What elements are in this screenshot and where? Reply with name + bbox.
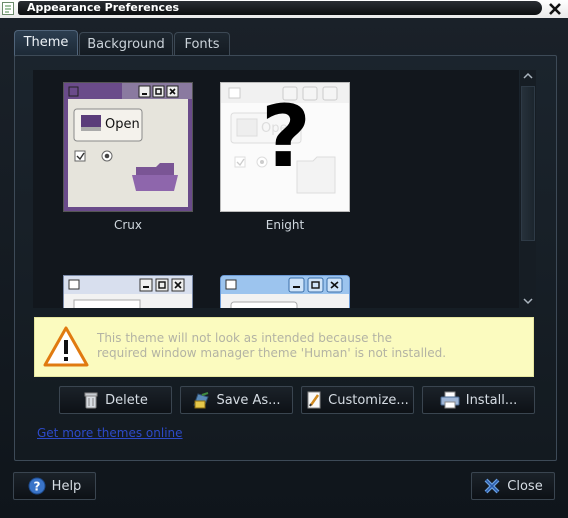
help-button[interactable]: ? Help bbox=[13, 472, 96, 500]
trash-icon bbox=[83, 391, 99, 409]
theme-warning-box: This theme will not look as intended bec… bbox=[34, 317, 534, 377]
save-as-label: Save As... bbox=[216, 392, 281, 408]
partial-2-preview-graphic bbox=[221, 276, 349, 308]
appearance-app-icon[interactable] bbox=[2, 2, 14, 15]
theme-thumbnail-partial-2[interactable] bbox=[220, 275, 350, 308]
tab-background[interactable]: Background bbox=[79, 32, 173, 57]
save-as-icon bbox=[192, 391, 210, 409]
theme-name-crux: Crux bbox=[113, 218, 143, 232]
printer-install-icon bbox=[440, 391, 460, 409]
scroll-thumb[interactable] bbox=[521, 86, 535, 241]
crux-open-label: Open bbox=[105, 117, 140, 132]
close-button[interactable]: Close bbox=[471, 472, 555, 500]
install-button[interactable]: Install... bbox=[422, 386, 535, 414]
close-label: Close bbox=[507, 478, 543, 494]
customize-button[interactable]: Customize... bbox=[301, 386, 414, 414]
get-more-themes-link[interactable]: Get more themes online bbox=[37, 426, 183, 440]
partial-1-preview-graphic bbox=[64, 276, 192, 308]
delete-label: Delete bbox=[105, 392, 148, 408]
warning-message: This theme will not look as intended bec… bbox=[97, 331, 446, 361]
theme-thumbnail-enight[interactable]: Open ? bbox=[220, 82, 350, 212]
title-bar[interactable]: Appearance Preferences bbox=[0, 0, 568, 18]
help-label: Help bbox=[51, 478, 82, 494]
tab-fonts[interactable]: Fonts bbox=[174, 32, 230, 57]
theme-thumbnail-partial-1[interactable] bbox=[63, 275, 193, 308]
customize-label: Customize... bbox=[328, 392, 409, 408]
warning-line-1: This theme will not look as intended bec… bbox=[97, 331, 392, 345]
close-x-icon bbox=[483, 477, 501, 495]
delete-button[interactable]: Delete bbox=[59, 386, 172, 414]
save-as-button[interactable]: Save As... bbox=[180, 386, 293, 414]
install-label: Install... bbox=[465, 392, 518, 408]
svg-text:?: ? bbox=[33, 480, 40, 494]
tab-theme[interactable]: Theme bbox=[14, 30, 78, 58]
warning-line-2: required window manager theme 'Human' is… bbox=[97, 346, 447, 360]
window-title: Appearance Preferences bbox=[27, 1, 180, 14]
missing-preview-glyph: ? bbox=[261, 87, 311, 187]
theme-name-enight: Enight bbox=[265, 218, 305, 232]
scroll-down-icon[interactable] bbox=[523, 297, 533, 305]
theme-list[interactable]: Open Crux Open ? Enight bbox=[33, 70, 519, 308]
theme-thumbnail-crux[interactable]: Open bbox=[63, 82, 193, 212]
window-close-icon[interactable] bbox=[546, 0, 564, 18]
help-circle-icon: ? bbox=[28, 477, 46, 495]
warning-triangle-icon bbox=[43, 325, 89, 367]
pencil-doc-icon bbox=[306, 391, 322, 409]
crux-preview-graphic bbox=[64, 83, 192, 211]
scroll-up-icon[interactable] bbox=[523, 72, 533, 80]
